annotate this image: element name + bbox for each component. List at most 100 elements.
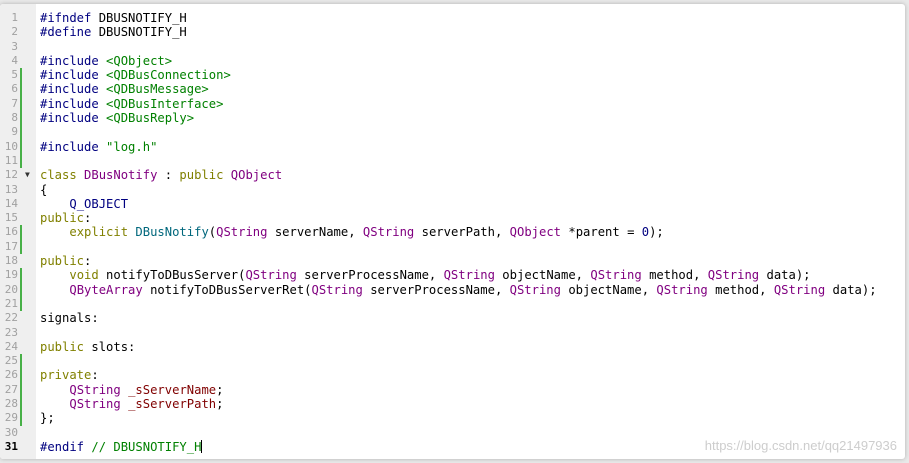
code-token: #include [40, 82, 99, 97]
code-token: _sServerName [128, 382, 217, 397]
code-text: public: [40, 211, 91, 225]
code-text: #include <QDBusInterface> [40, 97, 223, 111]
code-token: method, [707, 282, 774, 297]
code-editor[interactable]: 1 #ifndef DBUSNOTIFY_H 2 #define DBUSNOTIFY… [0, 4, 905, 459]
line-number: 10 [4, 139, 18, 153]
code-line[interactable]: 15 public: [0, 211, 905, 225]
watermark: https://blog.csdn.net/qq21497936 [704, 438, 897, 453]
code-line[interactable]: 13 { [0, 183, 905, 197]
line-number: 31 [4, 439, 18, 453]
code-token: QString [311, 282, 363, 297]
line-number: 28 [4, 397, 18, 411]
code-token: QString [590, 268, 642, 283]
code-line[interactable]: 21 [0, 296, 905, 312]
code-line[interactable]: 22 signals: [0, 311, 905, 325]
code-text: #include <QDBusConnection> [40, 68, 231, 82]
code-line[interactable]: 27 QString _sServerName; [0, 382, 905, 398]
code-line[interactable]: 10 #include "log.h" [0, 139, 905, 154]
code-token: QString [216, 225, 268, 240]
code-line[interactable]: 16 explicit DBusNotify(QString serverNam… [0, 225, 905, 240]
line-number: 29 [4, 411, 18, 425]
line-number: 12 [4, 168, 18, 182]
code-line[interactable]: 18 public: [0, 254, 905, 268]
change-marker [20, 139, 22, 154]
code-text: #define DBUSNOTIFY_H [40, 25, 187, 39]
line-number: 24 [4, 339, 18, 353]
code-line[interactable]: 1 #ifndef DBUSNOTIFY_H [0, 11, 905, 25]
code-token: DBusNotify [135, 225, 209, 240]
code-token: : [84, 211, 92, 226]
text-cursor [201, 439, 203, 453]
code-token: serverProcessName, [296, 268, 444, 283]
code-token: #define [40, 25, 92, 40]
code-token: signals: [40, 311, 99, 326]
code-token: Q_OBJECT [69, 196, 129, 211]
code-line[interactable]: 6 #include <QDBusMessage> [0, 82, 905, 97]
code-line[interactable]: 28 QString _sServerPath; [0, 397, 905, 412]
code-text: Q_OBJECT [40, 197, 128, 211]
code-token: data); [825, 282, 877, 297]
code-line[interactable]: 20 QByteArray notifyToDBusServerRet(QStr… [0, 282, 905, 297]
code-text: QString _sServerName; [40, 383, 223, 397]
code-text: #include <QDBusReply> [40, 111, 194, 125]
code-line[interactable]: 14 Q_OBJECT [0, 197, 905, 211]
code-line[interactable]: 9 [0, 125, 905, 140]
change-marker [20, 82, 22, 97]
change-marker [20, 68, 22, 83]
code-line[interactable]: 3 [0, 40, 905, 54]
code-token: notifyToDBusServer( [98, 268, 246, 283]
code-text: #include <QObject> [40, 54, 172, 68]
fold-arrow-icon[interactable]: ▼ [25, 168, 30, 182]
code-text: public: [40, 254, 91, 268]
code-line[interactable]: 23 [0, 326, 905, 340]
code-line[interactable]: 4 #include <QObject> [0, 54, 905, 68]
code-token: : [91, 368, 99, 383]
code-token: serverPath, [414, 225, 510, 240]
code-line[interactable]: 19 void notifyToDBusServer(QString serve… [0, 268, 905, 283]
code-token: ); [649, 225, 664, 240]
code-token: void [69, 268, 99, 283]
code-token: public [40, 339, 85, 354]
code-text: QByteArray notifyToDBusServerRet(QString… [40, 282, 877, 297]
line-number: 6 [11, 82, 18, 96]
code-line[interactable]: 8 #include <QDBusReply> [0, 111, 905, 126]
line-number: 2 [11, 25, 18, 39]
line-number: 14 [4, 196, 18, 210]
change-marker [20, 111, 22, 126]
code-token: QString [509, 282, 561, 297]
change-marker [20, 125, 22, 140]
line-number: 23 [4, 325, 18, 339]
code-line[interactable]: 11 [0, 153, 905, 169]
code-token: #include [40, 139, 99, 154]
code-line[interactable]: 5 #include <QDBusConnection> [0, 68, 905, 83]
code-line[interactable]: 24 public slots: [0, 340, 905, 354]
code-token: method, [641, 268, 708, 283]
code-token: QString [69, 382, 121, 397]
line-number: 25 [4, 354, 18, 368]
line-number: 13 [4, 182, 18, 196]
code-line[interactable]: 17 [0, 239, 905, 255]
code-line[interactable]: 12 ▼ class DBusNotify : public QObject [0, 168, 905, 182]
code-token: #include [40, 53, 99, 68]
code-line[interactable]: 7 #include <QDBusInterface> [0, 96, 905, 112]
code-line[interactable]: 25 [0, 354, 905, 369]
code-token: public [179, 168, 224, 183]
code-line[interactable]: 2 #define DBUSNOTIFY_H [0, 25, 905, 39]
code-token: class [40, 168, 77, 183]
line-number: 8 [11, 111, 18, 125]
code-area[interactable]: 1 #ifndef DBUSNOTIFY_H 2 #define DBUSNOTIFY… [0, 11, 905, 454]
line-number: 26 [4, 368, 18, 382]
change-marker [20, 268, 22, 283]
code-token: #endif [40, 439, 85, 454]
code-token: #include [40, 111, 99, 126]
code-text: #include <QDBusMessage> [40, 82, 209, 96]
code-line[interactable]: 26 private: [0, 368, 905, 383]
code-line[interactable]: 29}; [0, 411, 905, 426]
